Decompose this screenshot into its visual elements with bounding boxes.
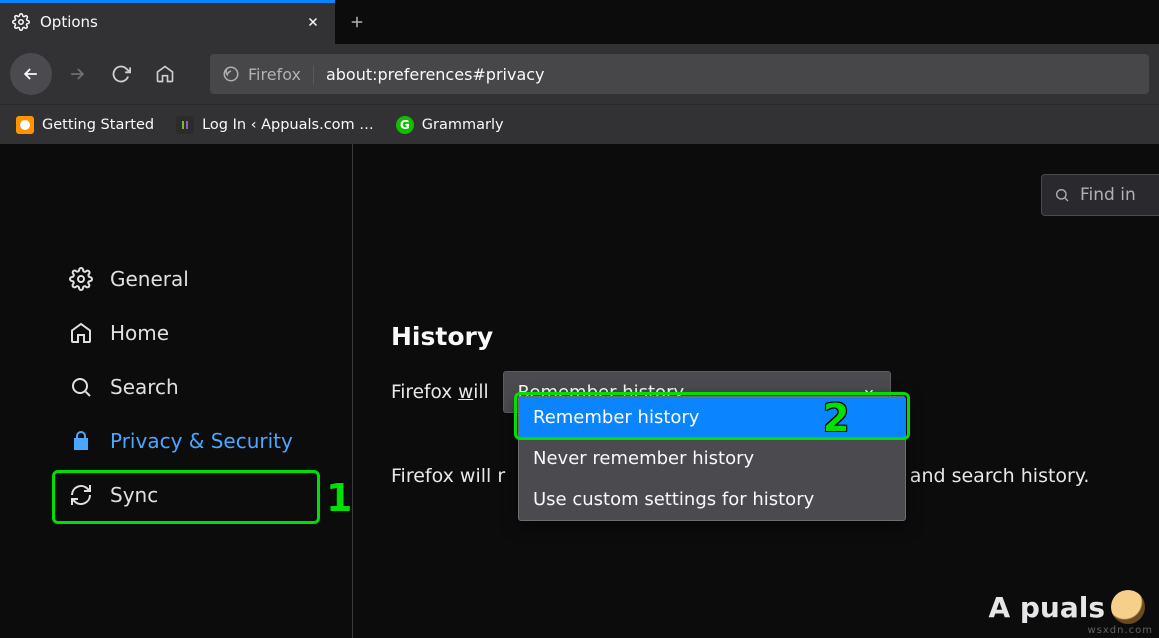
sidebar-item-label: Sync (110, 483, 158, 507)
bookmark-getting-started[interactable]: Getting Started (16, 116, 154, 134)
sidebar-item-label: Home (110, 321, 169, 345)
appuals-mascot-icon (1111, 590, 1145, 624)
option-custom-settings[interactable]: Use custom settings for history (519, 479, 905, 520)
url-bar[interactable]: Firefox about:preferences#privacy (210, 54, 1149, 94)
sidebar-item-label: Search (110, 375, 179, 399)
bookmarks-bar: Getting Started Log In ‹ Appuals.com … G… (0, 104, 1159, 144)
tab-title: Options (40, 13, 293, 31)
sidebar-item-label: Privacy & Security (110, 429, 293, 453)
url-text: about:preferences#privacy (326, 65, 545, 84)
bookmark-label: Log In ‹ Appuals.com … (202, 117, 374, 133)
sidebar-item-general[interactable]: General (58, 252, 352, 306)
home-icon (68, 321, 94, 345)
bookmark-grammarly[interactable]: G Grammarly (396, 116, 504, 134)
reload-button[interactable] (102, 55, 140, 93)
sidebar-item-privacy[interactable]: Privacy & Security (58, 414, 352, 468)
appuals-watermark: A puals (988, 590, 1145, 624)
sidebar-item-sync[interactable]: Sync (58, 468, 352, 522)
gear-icon (12, 13, 30, 31)
back-button[interactable] (10, 53, 52, 95)
tab-strip: Options (0, 0, 1159, 44)
forward-button (58, 55, 96, 93)
bookmark-label: Getting Started (42, 117, 154, 133)
bookmark-appuals[interactable]: Log In ‹ Appuals.com … (176, 116, 374, 134)
lock-icon (68, 429, 94, 453)
gear-icon (68, 267, 94, 291)
home-button[interactable] (146, 55, 184, 93)
toolbar: Firefox about:preferences#privacy (0, 44, 1159, 104)
history-mode-label: Firefox will (391, 382, 489, 403)
bookmark-icon (16, 116, 34, 134)
bookmark-icon (176, 116, 194, 134)
sidebar-item-label: General (110, 267, 189, 291)
source-watermark: wsxdn.com (1087, 625, 1153, 636)
annotation-number-2: 2 (823, 396, 849, 440)
bookmark-icon: G (396, 116, 414, 134)
search-icon (68, 375, 94, 399)
annotation-number-1: 1 (326, 476, 352, 520)
search-icon (1054, 187, 1070, 203)
bookmark-label: Grammarly (422, 117, 504, 133)
site-identity[interactable]: Firefox (222, 65, 314, 84)
preferences-content: Find in History Firefox will Remember hi… (353, 144, 1159, 638)
sync-icon (68, 483, 94, 507)
firefox-icon (222, 65, 240, 83)
identity-label: Firefox (248, 65, 301, 84)
option-never-remember[interactable]: Never remember history (519, 438, 905, 479)
tab-options[interactable]: Options (0, 0, 335, 44)
preferences-sidebar: General Home Search Privacy & Security S… (0, 144, 353, 638)
close-icon[interactable] (303, 15, 323, 29)
section-heading-history: History (391, 322, 1121, 351)
find-in-options[interactable]: Find in (1041, 174, 1159, 216)
search-placeholder: Find in (1080, 185, 1136, 205)
sidebar-item-home[interactable]: Home (58, 306, 352, 360)
new-tab-button[interactable] (335, 0, 379, 44)
sidebar-item-search[interactable]: Search (58, 360, 352, 414)
preferences-main: General Home Search Privacy & Security S… (0, 144, 1159, 638)
